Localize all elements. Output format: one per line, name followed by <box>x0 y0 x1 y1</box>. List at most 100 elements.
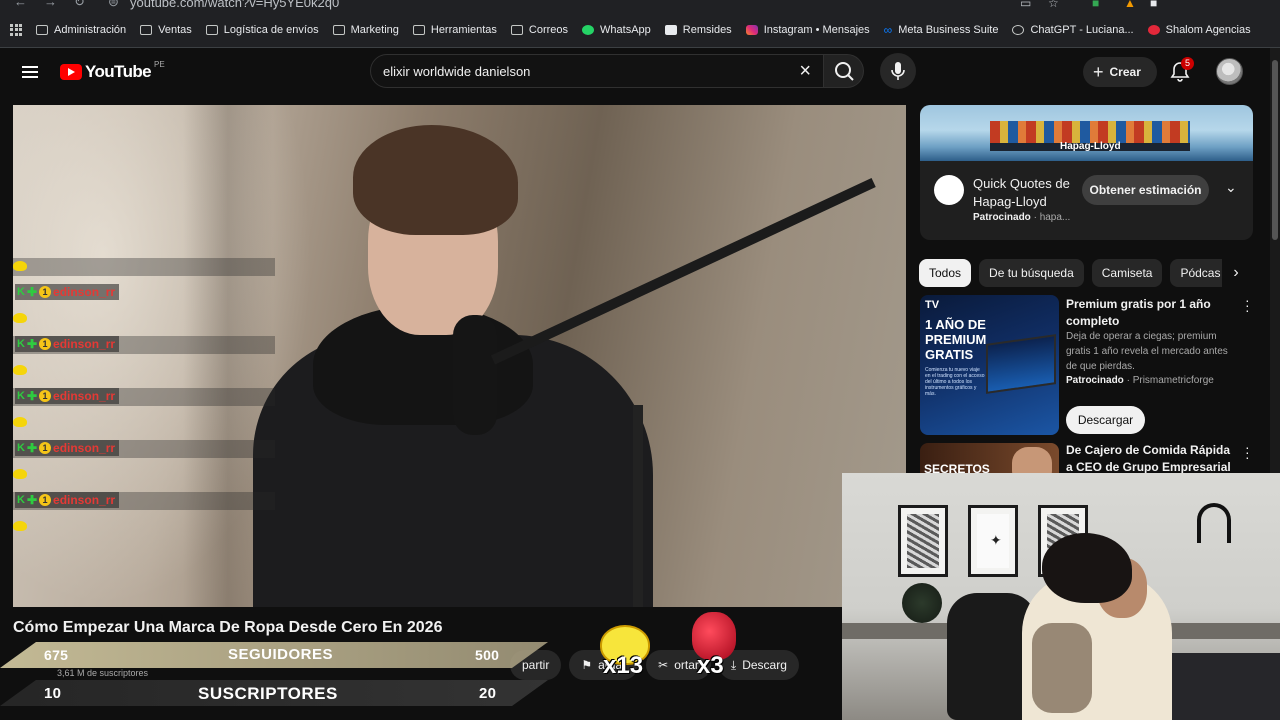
voice-search-button[interactable] <box>880 53 916 89</box>
country-code: PE <box>154 59 165 69</box>
bookmark-correos[interactable]: Correos <box>510 24 568 36</box>
tradingview-logo: TV <box>925 299 940 311</box>
bookmark-label: Instagram • Mensajes <box>763 23 870 36</box>
bookmark-logistica[interactable]: Logística de envíos <box>205 24 319 36</box>
wall-frame <box>968 505 1018 577</box>
instagram-icon <box>745 24 758 35</box>
get-estimate-button[interactable]: Obtener estimación <box>1082 175 1209 205</box>
bookmark-herramientas[interactable]: Herramientas <box>412 24 497 36</box>
video-person <box>353 125 518 235</box>
chat-message: K ✚ 1 edinson_rr <box>13 258 275 310</box>
folder-icon <box>140 24 153 35</box>
search-input[interactable]: elixir worldwide danielson × <box>370 54 824 88</box>
extension-icon[interactable]: ▲ <box>1124 0 1136 10</box>
search-query: elixir worldwide danielson <box>383 64 531 79</box>
sheet-icon <box>664 24 677 35</box>
wall-frame <box>898 505 948 577</box>
emote-icon <box>13 261 27 271</box>
chip-all[interactable]: Todos <box>919 259 972 287</box>
bookmark-meta[interactable]: ∞ Meta Business Suite <box>884 23 999 37</box>
promo-thumbnail[interactable]: TV 1 AÑO DE PREMIUM GRATIS Comienza tu n… <box>920 295 1059 435</box>
bookmark-whatsapp[interactable]: WhatsApp <box>582 24 651 36</box>
chevron-down-icon[interactable]: ⌄ <box>1225 179 1237 196</box>
youtube-header: YouTube PE elixir worldwide danielson × … <box>0 48 1270 96</box>
subscribers-current: 10 <box>44 685 62 702</box>
bookmark-marketing[interactable]: Marketing <box>332 23 399 36</box>
username: edinson_rr <box>53 285 116 299</box>
bookmark-label: Marketing <box>350 23 399 36</box>
chat-message: K ✚ 1 edinson_rr <box>13 310 275 362</box>
bookmark-remsides[interactable]: Remsides <box>664 24 732 36</box>
bookmark-chatgpt[interactable]: ChatGPT - Luciana... <box>1012 24 1134 36</box>
logo-text: YouTube <box>85 62 152 81</box>
more-options-icon[interactable]: · · · <box>1245 293 1250 317</box>
clip-label: ortar <box>674 658 699 672</box>
emote-icon <box>13 521 27 531</box>
meta-icon: ∞ <box>883 22 893 37</box>
reload-icon[interactable]: ↻ <box>74 0 85 10</box>
profile-icon[interactable]: ■ <box>1150 0 1157 10</box>
address-field[interactable]: youtube.com/watch?v=Hy5YE0k2q0 <box>130 0 339 10</box>
download-button[interactable]: ⤓ Descarg <box>718 650 799 680</box>
ad-banner-brand: Hapag-Lloyd <box>1060 141 1121 152</box>
ad-banner-image: Hapag-Lloyd <box>920 105 1253 161</box>
browser-url-bar: ← → ↻ ⊜ youtube.com/watch?v=Hy5YE0k2q0 ▭… <box>0 0 1280 12</box>
app-root: ← → ↻ ⊜ youtube.com/watch?v=Hy5YE0k2q0 ▭… <box>0 0 1280 720</box>
followers-target: 500 <box>475 647 500 663</box>
bookmark-icon: ⚑ <box>581 658 593 672</box>
download-icon: ⤓ <box>730 657 737 672</box>
webcam-person <box>1032 623 1092 713</box>
bookmark-ventas[interactable]: Ventas <box>140 24 192 36</box>
chat-username: K ✚ 1 edinson_rr <box>15 440 120 456</box>
account-avatar[interactable] <box>1216 58 1243 85</box>
webcam-person <box>1042 533 1132 603</box>
folder-icon <box>332 24 345 35</box>
chevron-right-icon[interactable]: › <box>1222 259 1250 287</box>
bookmark-instagram[interactable]: Instagram • Mensajes <box>745 23 870 36</box>
promo-title[interactable]: Premium gratis por 1 año completo <box>1066 296 1241 330</box>
ad-title[interactable]: Quick Quotes de Hapag-Lloyd <box>973 175 1083 211</box>
clear-search-icon[interactable]: × <box>799 60 811 83</box>
badge-k: K <box>17 286 25 298</box>
promo-description: Deja de operar a ciegas; premium gratis … <box>1066 331 1228 372</box>
shalom-icon <box>1147 24 1160 35</box>
bookmark-administracion[interactable]: Administración <box>36 24 126 36</box>
menu-icon[interactable] <box>22 66 38 78</box>
advertiser-logo[interactable] <box>934 175 964 205</box>
install-icon[interactable]: ▭ <box>1020 0 1031 10</box>
youtube-logo[interactable]: YouTube PE <box>60 59 165 82</box>
plant-image <box>902 583 942 623</box>
chat-message: K ✚ 1 edinson_rr <box>13 466 275 531</box>
chip-camiseta[interactable]: Camiseta <box>1091 259 1163 287</box>
badge-one: 1 <box>39 390 52 402</box>
scrollbar-thumb[interactable] <box>1272 60 1278 240</box>
badge-plus-icon: ✚ <box>26 389 38 403</box>
notification-badge: 5 <box>1181 57 1195 70</box>
youtube-play-icon <box>60 64 82 80</box>
stream-chat-overlay: K ✚ 1 edinson_rr K ✚ 1 edinson_rr K ✚ 1 edinson_r… <box>13 258 275 531</box>
badge-k: K <box>17 338 25 350</box>
channel-subscriber-count: 3,61 M de suscriptores <box>57 668 149 678</box>
extension-icon[interactable]: ■ <box>1092 0 1099 10</box>
badge-plus-icon: ✚ <box>26 337 38 351</box>
ad-domain: hapa... <box>1039 212 1071 223</box>
badge-k: K <box>17 442 25 454</box>
video-title: Cómo Empezar Una Marca De Ropa Desde Cer… <box>13 619 443 636</box>
badge-one: 1 <box>39 338 52 350</box>
site-info-icon[interactable]: ⊜ <box>108 0 119 10</box>
apps-grid-icon[interactable] <box>10 23 22 36</box>
more-options-icon[interactable]: · · · <box>1245 440 1250 464</box>
chip-from-search[interactable]: De tu búsqueda <box>979 259 1084 287</box>
create-button[interactable]: + Crear <box>1083 57 1157 87</box>
forward-icon[interactable]: → <box>44 0 57 9</box>
search-button[interactable] <box>824 54 864 88</box>
sponsored-ad-card[interactable]: Hapag-Lloyd Quick Quotes de Hapag-Lloyd … <box>920 105 1253 240</box>
chatgpt-icon <box>1012 24 1025 35</box>
download-promo-button[interactable]: Descargar <box>1066 406 1145 434</box>
video-title-link[interactable]: De Cajero de Comida Rápida a CEO de Grup… <box>1066 442 1236 476</box>
username: edinson_rr <box>53 337 116 351</box>
back-icon[interactable]: ← <box>14 0 27 9</box>
bookmark-shalom[interactable]: Shalom Agencias <box>1147 24 1251 36</box>
star-icon[interactable]: ☆ <box>1048 0 1059 10</box>
badge-k: K <box>17 390 25 402</box>
